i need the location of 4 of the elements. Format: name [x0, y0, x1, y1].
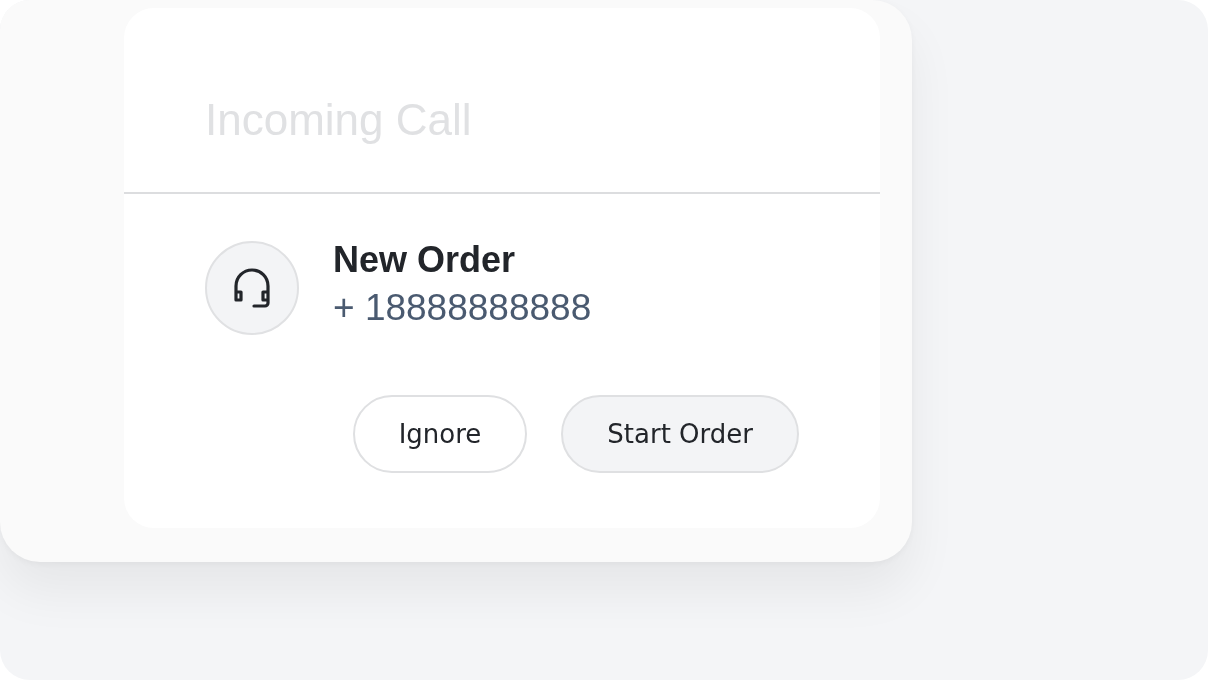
ignore-button[interactable]: Ignore [352, 395, 528, 473]
start-order-button[interactable]: Start Order [561, 395, 799, 473]
caller-phone: + 18888888888 [333, 287, 592, 329]
caller-name: New Order [333, 239, 517, 281]
